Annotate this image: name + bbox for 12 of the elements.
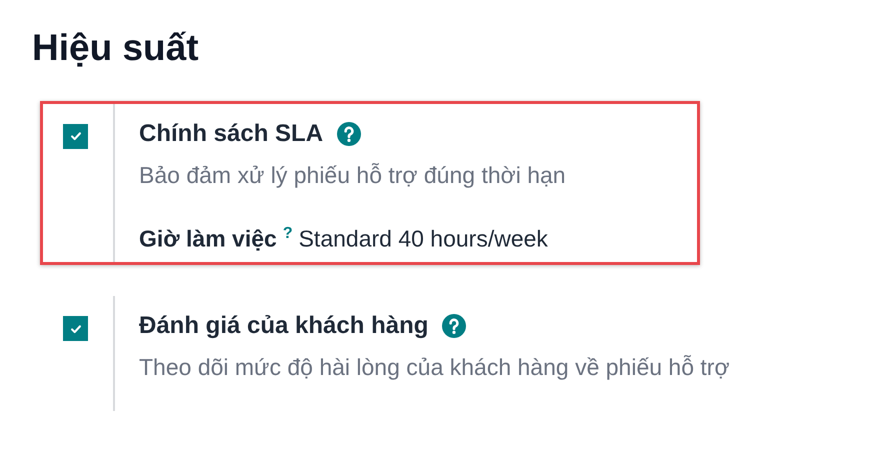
section-title: Hiệu suất (32, 28, 200, 69)
setting-description: Bảo đảm xử lý phiếu hỗ trợ đúng thời hạn (139, 162, 566, 189)
tooltip-mark[interactable]: ? (282, 224, 293, 242)
help-icon[interactable] (337, 122, 362, 146)
setting-description: Theo dõi mức độ hài lòng của khách hàng về phiếu hỗ trợ (139, 354, 730, 382)
field-label: Giờ làm việc (139, 225, 277, 252)
help-icon[interactable] (442, 314, 466, 338)
field-value[interactable]: Standard 40 hours/week (298, 225, 548, 252)
checkbox[interactable] (63, 316, 88, 342)
setting-label: Chính sách SLA (139, 120, 324, 148)
checkbox[interactable] (63, 124, 88, 149)
setting-label: Đánh giá của khách hàng (139, 312, 428, 340)
